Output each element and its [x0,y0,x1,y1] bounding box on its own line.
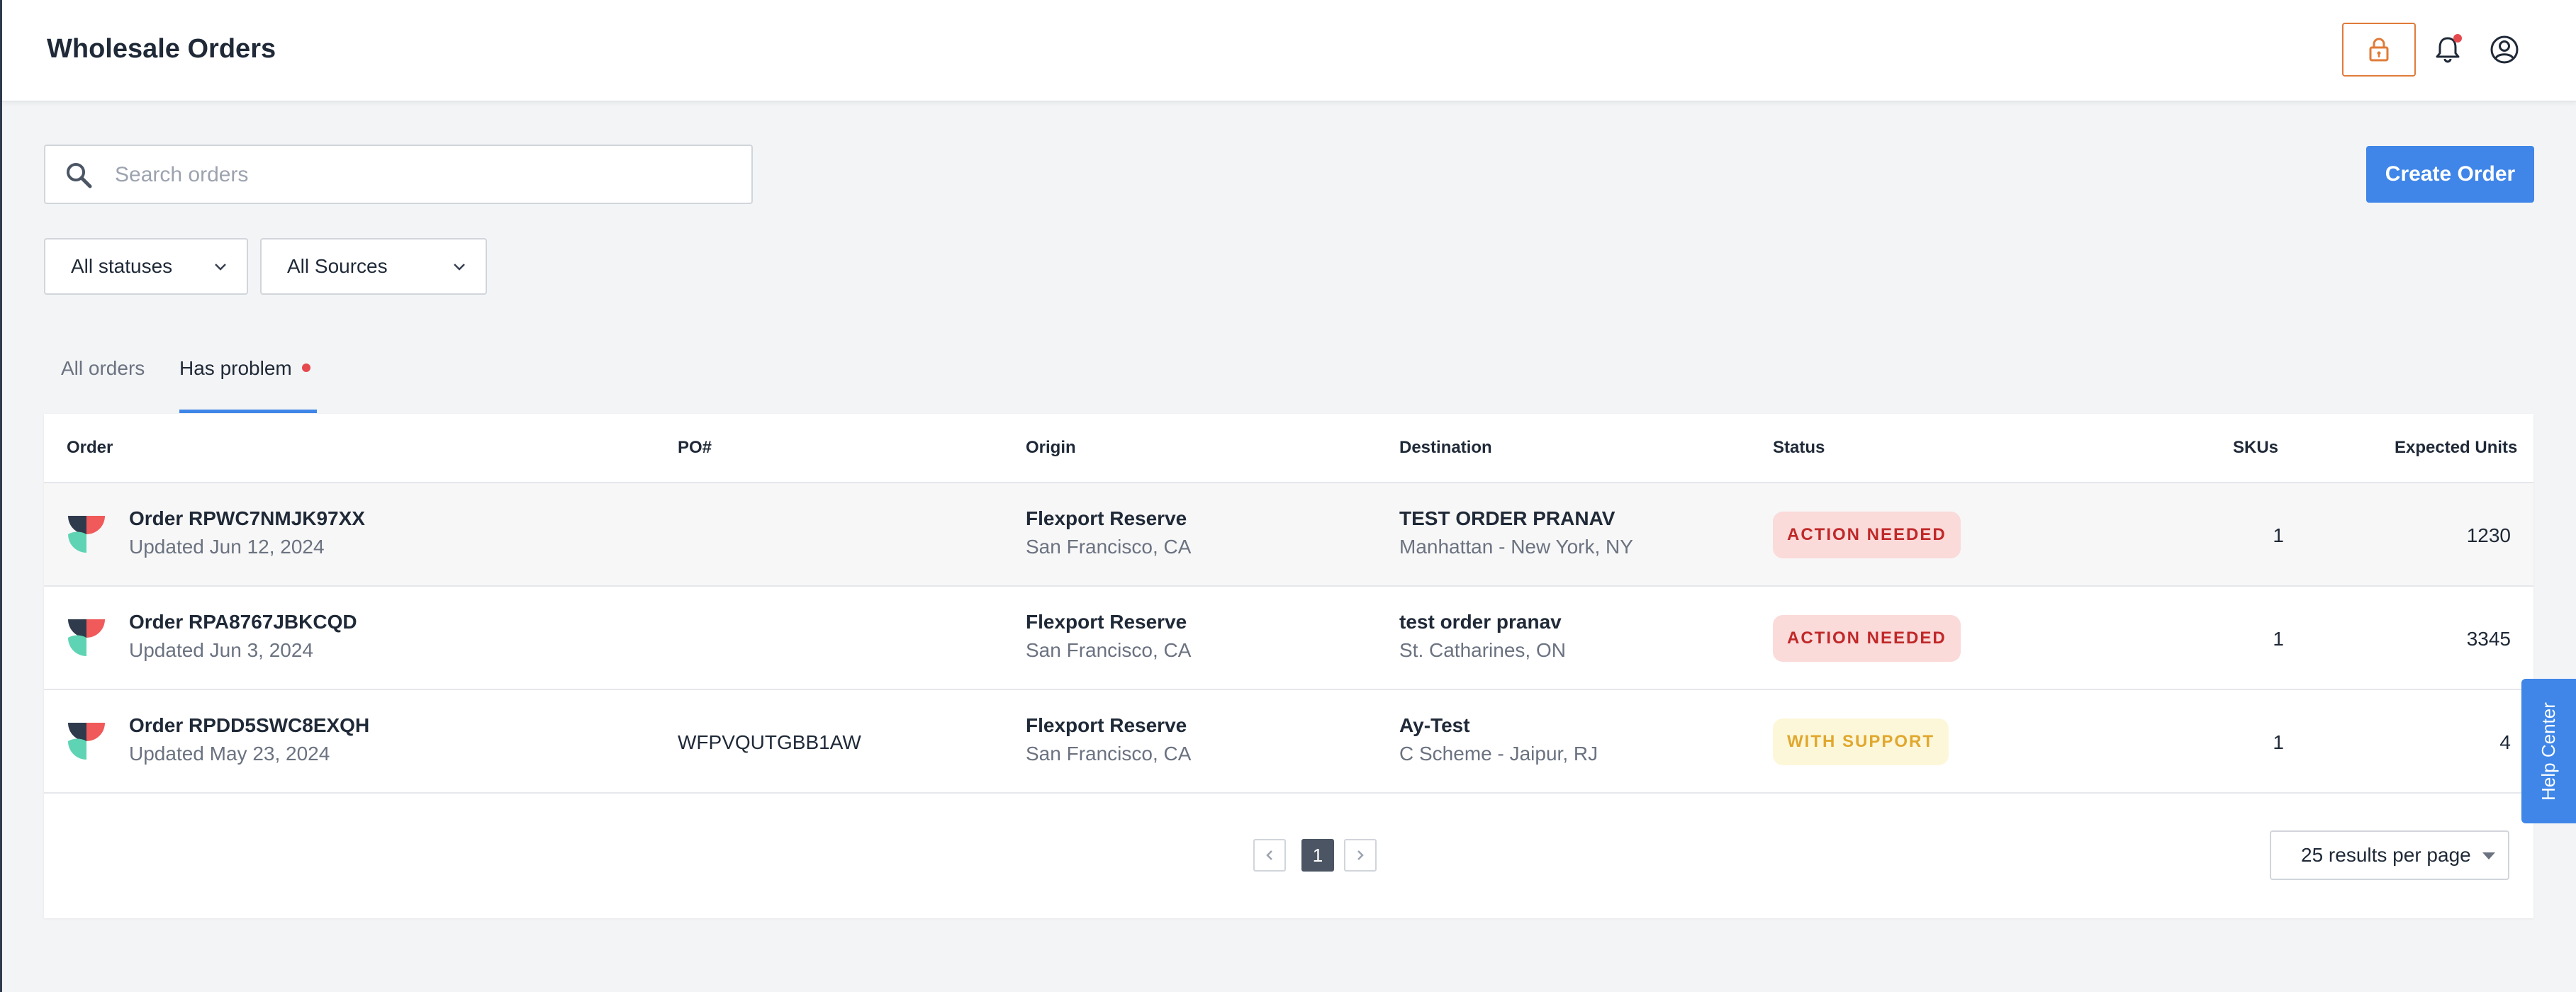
status-badge: ACTION NEEDED [1773,512,1961,558]
order-id[interactable]: Order RPDD5SWC8EXQH [129,714,369,737]
order-updated: Updated Jun 3, 2024 [129,639,313,661]
active-tab-indicator [179,410,317,413]
help-center-button[interactable]: Help Center [2521,679,2576,823]
notification-dot [2453,34,2462,43]
top-header: Wholesale Orders [2,0,2576,102]
chevron-down-icon [215,264,226,271]
create-order-button[interactable]: Create Order [2366,146,2534,203]
search-box [44,145,753,204]
page-title: Wholesale Orders [47,34,276,64]
column-header-skus[interactable]: SKUs [2233,438,2278,458]
chevron-right-icon [1357,850,1364,860]
app-edge [0,0,2,992]
tab-has-problem-label: Has problem [179,357,292,379]
results-per-page-label: 25 results per page [2301,844,2471,866]
flexport-logo-icon [68,516,105,553]
prev-page-button[interactable] [1253,839,1286,872]
user-menu-button[interactable] [2485,30,2524,69]
tab-has-problem[interactable]: Has problem [179,357,310,380]
sku-count: 1 [2273,628,2284,650]
source-filter[interactable]: All Sources [260,238,487,295]
origin-city: San Francisco, CA [1026,536,1192,558]
chevron-left-icon [1266,850,1272,860]
origin-name: Flexport Reserve [1026,507,1187,529]
expected-units: 1230 [2466,524,2511,546]
destination-name: Ay-Test [1399,714,1470,736]
tab-all-orders[interactable]: All orders [61,357,145,380]
tab-all-orders-label: All orders [61,357,145,379]
source-filter-label: All Sources [287,255,388,277]
results-per-page-select[interactable]: 25 results per page [2270,830,2509,880]
destination-city: St. Catharines, ON [1399,639,1566,661]
destination-city: C Scheme - Jaipur, RJ [1399,743,1598,765]
destination-city: Manhattan - New York, NY [1399,536,1633,558]
origin-city: San Francisco, CA [1026,639,1192,661]
table-row[interactable]: Order RPWC7NMJK97XX Updated Jun 12, 2024… [44,483,2533,587]
table-header: Order PO# Origin Destination Status SKUs… [44,414,2533,484]
origin-name: Flexport Reserve [1026,611,1187,633]
caret-down-icon [2482,852,2495,859]
column-header-po[interactable]: PO# [678,438,712,458]
lock-button[interactable] [2342,23,2416,77]
sku-count: 1 [2273,731,2284,753]
problem-indicator-dot [301,363,310,372]
status-badge: ACTION NEEDED [1773,615,1961,662]
sku-count: 1 [2273,524,2284,546]
orders-table: Order PO# Origin Destination Status SKUs… [44,414,2533,918]
status-filter-label: All statuses [71,255,173,277]
order-updated: Updated Jun 12, 2024 [129,536,325,558]
column-header-expected-units[interactable]: Expected Units [2395,438,2517,458]
origin-name: Flexport Reserve [1026,714,1187,736]
column-header-status[interactable]: Status [1773,438,1825,458]
origin-city: San Francisco, CA [1026,743,1192,765]
column-header-order[interactable]: Order [67,438,113,458]
search-icon [67,163,92,188]
column-header-destination[interactable]: Destination [1399,438,1492,458]
chevron-down-icon [454,264,465,271]
next-page-button[interactable] [1344,839,1377,872]
flexport-logo-icon [68,723,105,760]
notifications-button[interactable] [2428,30,2468,69]
order-id[interactable]: Order RPWC7NMJK97XX [129,507,365,530]
status-badge: WITH SUPPORT [1773,718,1949,765]
po-number: WFPVQUTGBB1AW [678,731,861,753]
user-circle-icon [2490,35,2519,64]
order-updated: Updated May 23, 2024 [129,743,330,765]
current-page[interactable]: 1 [1301,839,1334,872]
expected-units: 3345 [2466,628,2511,650]
order-id[interactable]: Order RPA8767JBKCQD [129,611,357,633]
column-header-origin[interactable]: Origin [1026,438,1076,458]
table-row[interactable]: Order RPDD5SWC8EXQH Updated May 23, 2024… [44,690,2533,794]
status-filter[interactable]: All statuses [44,238,248,295]
expected-units: 4 [2499,731,2511,753]
destination-name: TEST ORDER PRANAV [1399,507,1615,529]
help-center-label: Help Center [2538,701,2560,801]
destination-name: test order pranav [1399,611,1562,633]
search-input[interactable] [113,146,740,204]
lock-icon [2369,38,2389,62]
flexport-logo-icon [68,619,105,656]
table-row[interactable]: Order RPA8767JBKCQD Updated Jun 3, 2024 … [44,587,2533,690]
